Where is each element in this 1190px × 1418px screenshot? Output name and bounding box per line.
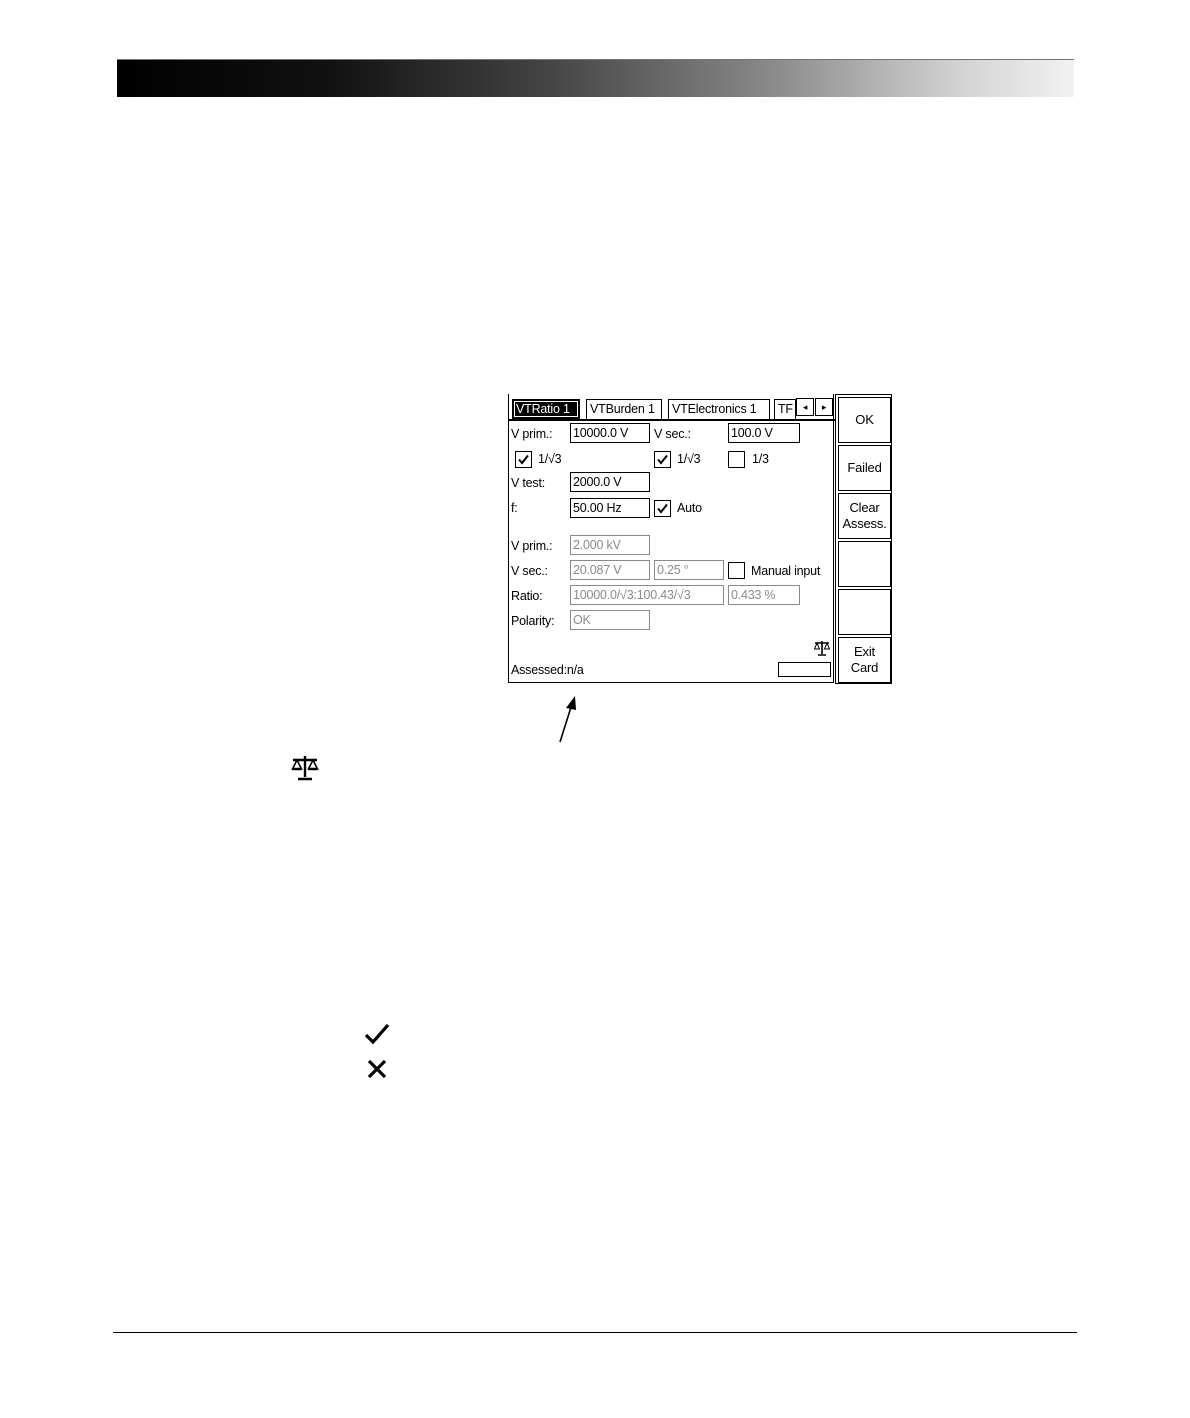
prim-sqrt3-label: 1/√3 [538, 452, 562, 466]
failed-button[interactable]: Failed [838, 445, 891, 491]
test-card-panel: VTRatio 1 VTBurden 1 VTElectronics 1 TF … [508, 394, 835, 683]
ratio-error: 0.433 % [728, 585, 800, 605]
vsec-input[interactable]: 100.0 V [728, 423, 800, 443]
scale-icon [813, 641, 831, 656]
result-vprim-value: 2.000 kV [570, 535, 650, 555]
manual-input-label: Manual input [751, 564, 821, 578]
polarity-label: Polarity: [511, 614, 555, 628]
tab-scroll-right-icon[interactable]: ▸ [815, 398, 833, 416]
prim-sqrt3-checkbox[interactable] [515, 451, 532, 468]
third-label: 1/3 [752, 452, 769, 466]
assessed-status: Assessed:n/a [511, 663, 584, 677]
empty-softkey-4[interactable] [838, 541, 891, 587]
empty-softkey-5[interactable] [838, 589, 891, 635]
clear-assess-button[interactable]: Clear Assess. [838, 493, 891, 539]
footer-rule [113, 1332, 1077, 1333]
ratio-value: 10000.0/√3:100.43/√3 [570, 585, 724, 605]
check-icon [657, 454, 668, 465]
vtest-label: V test: [511, 476, 546, 490]
vprim-input[interactable]: 10000.0 V [570, 423, 650, 443]
result-vsec-phase: 0.25 ° [654, 560, 724, 580]
sec-sqrt3-label: 1/√3 [677, 452, 701, 466]
ratio-label: Ratio: [511, 589, 543, 603]
assessment-indicator [778, 662, 831, 677]
frequency-input[interactable]: 50.00 Hz [570, 498, 650, 518]
tab-vtelectronics-1[interactable]: VTElectronics 1 [668, 399, 770, 419]
vprim-label: V prim.: [511, 427, 553, 441]
side-button-bar: OK Failed Clear Assess. Exit Card [835, 394, 892, 684]
header-bar [117, 59, 1074, 97]
tab-vtburden-1[interactable]: VTBurden 1 [586, 399, 662, 419]
tab-underline [509, 419, 835, 421]
callout-arrow [559, 696, 576, 743]
frequency-label: f: [511, 501, 518, 515]
third-checkbox[interactable] [728, 451, 745, 468]
tab-vtratio-1[interactable]: VTRatio 1 [512, 399, 580, 419]
manual-input-checkbox[interactable] [728, 562, 745, 579]
sec-sqrt3-checkbox[interactable] [654, 451, 671, 468]
vsec-label: V sec.: [654, 427, 691, 441]
auto-checkbox[interactable] [654, 500, 671, 517]
tab-tf[interactable]: TF [774, 399, 796, 419]
polarity-value: OK [570, 610, 650, 630]
exit-card-button[interactable]: Exit Card [838, 637, 891, 683]
vtest-input[interactable]: 2000.0 V [570, 472, 650, 492]
check-icon [364, 1023, 390, 1045]
tab-bar: VTRatio 1 VTBurden 1 VTElectronics 1 TF … [509, 396, 835, 421]
check-icon [518, 454, 529, 465]
result-vsec-value: 20.087 V [570, 560, 650, 580]
cross-icon [367, 1059, 387, 1079]
scale-icon [291, 756, 319, 781]
ok-button[interactable]: OK [838, 397, 891, 443]
result-vprim-label: V prim.: [511, 539, 553, 553]
check-icon [657, 503, 668, 514]
auto-label: Auto [677, 501, 702, 515]
result-vsec-label: V sec.: [511, 564, 548, 578]
tab-scroll-left-icon[interactable]: ◂ [796, 398, 814, 416]
device-screen: VTRatio 1 VTBurden 1 VTElectronics 1 TF … [508, 394, 892, 684]
